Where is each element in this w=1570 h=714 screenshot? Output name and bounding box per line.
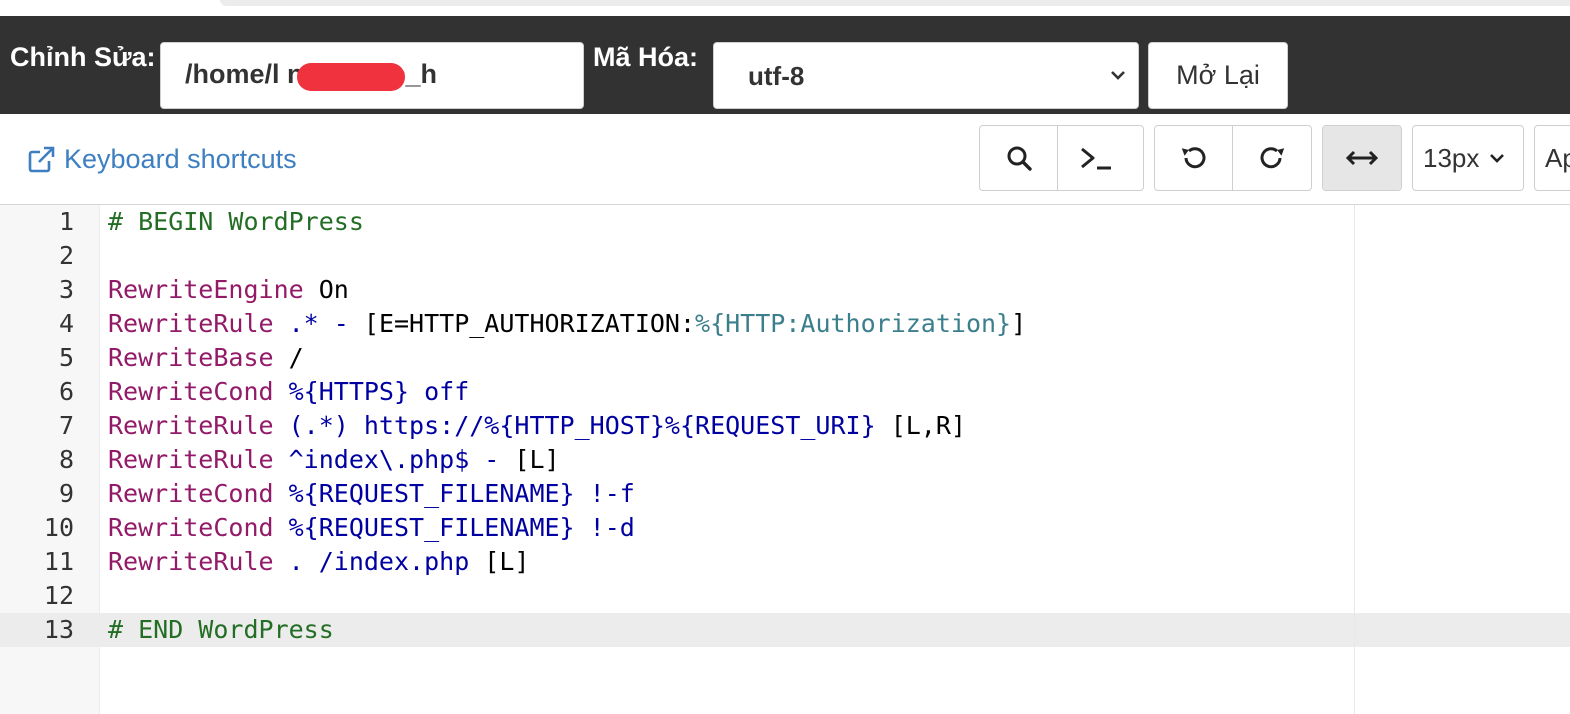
code-token: RewriteEngine xyxy=(108,275,304,304)
code-line: 2 xyxy=(0,239,1570,273)
code-text: RewriteCond %{REQUEST_FILENAME} !-d xyxy=(108,511,635,545)
keyboard-shortcuts-label: Keyboard shortcuts xyxy=(64,144,297,174)
code-token: ^index\.php$ - xyxy=(273,445,500,474)
undo-icon xyxy=(1181,147,1205,169)
code-token: # BEGIN WordPress xyxy=(108,207,364,236)
redaction-mark xyxy=(297,63,405,91)
code-line: 9 RewriteCond %{REQUEST_FILENAME} !-f xyxy=(0,477,1570,511)
code-text: RewriteCond %{HTTPS} off xyxy=(108,375,469,409)
code-text: RewriteEngine On xyxy=(108,273,349,307)
code-token: [L] xyxy=(499,445,560,474)
truncated-select[interactable]: Ap xyxy=(1534,125,1570,191)
code-line: 4 RewriteRule .* - [E=HTTP_AUTHORIZATION:… xyxy=(0,307,1570,341)
code-text: RewriteRule (.*) https://%{HTTP_HOST}%{R… xyxy=(108,409,966,443)
code-line: 3 RewriteEngine On xyxy=(0,273,1570,307)
code-token: [L,R] xyxy=(875,411,966,440)
code-text: # END WordPress xyxy=(108,613,334,647)
line-number: 3 xyxy=(58,275,74,304)
code-token: [E=HTTP_AUTHORIZATION: xyxy=(363,309,696,338)
code-token: .* - xyxy=(273,309,364,338)
command-line-button[interactable] xyxy=(1058,126,1136,190)
code-line: 1 # BEGIN WordPress xyxy=(0,205,1570,239)
code-text: RewriteRule .* - [E=HTTP_AUTHORIZATION:%… xyxy=(108,307,1026,341)
undo-button[interactable] xyxy=(1155,126,1233,190)
chevron-down-icon xyxy=(1490,154,1505,163)
toggle-wrap-button[interactable] xyxy=(1323,126,1401,190)
line-number: 13 xyxy=(43,615,74,644)
chevron-down-icon xyxy=(1111,71,1125,80)
editor-header-bar: Chỉnh Sửa: /home/l ns/public_h Mã Hóa: u… xyxy=(0,16,1570,114)
code-line: 12 xyxy=(0,579,1570,613)
code-text: # BEGIN WordPress xyxy=(108,205,364,239)
browser-chrome-strip xyxy=(0,0,1570,16)
line-number: 10 xyxy=(43,513,74,542)
search-icon xyxy=(1007,146,1032,171)
line-number: 11 xyxy=(43,547,74,576)
code-text: RewriteCond %{REQUEST_FILENAME} !-f xyxy=(108,477,635,511)
code-token: RewriteRule xyxy=(108,309,274,338)
code-token: %{REQUEST_FILENAME} !-d xyxy=(273,513,635,542)
code-token: %{HTTPS} off xyxy=(273,377,470,406)
edit-label: Chỉnh Sửa: xyxy=(10,42,156,72)
code-token: # END WordPress xyxy=(108,615,334,644)
redo-button[interactable] xyxy=(1233,126,1311,190)
code-token: RewriteCond xyxy=(108,377,274,406)
font-size-value: 13px xyxy=(1423,142,1480,173)
encoding-label: Mã Hóa: xyxy=(593,42,699,72)
line-number: 7 xyxy=(58,411,74,440)
terminal-icon xyxy=(1081,147,1111,170)
code-token: RewriteRule xyxy=(108,411,274,440)
code-line: 8 RewriteRule ^index\.php$ - [L] xyxy=(0,443,1570,477)
line-number: 1 xyxy=(58,207,74,236)
code-line: 5 RewriteBase / xyxy=(0,341,1570,375)
code-text: RewriteBase / xyxy=(108,341,304,375)
line-number: 9 xyxy=(58,479,74,508)
reopen-button[interactable]: Mở Lại xyxy=(1148,42,1288,109)
code-token: . /index.php xyxy=(273,547,470,576)
code-token: RewriteRule xyxy=(108,445,274,474)
code-token: %{REQUEST_FILENAME} !-f xyxy=(273,479,635,508)
external-link-icon xyxy=(28,146,55,172)
code-line: 6 RewriteCond %{HTTPS} off xyxy=(0,375,1570,409)
code-text: RewriteRule ^index\.php$ - [L] xyxy=(108,443,560,477)
encoding-value: utf-8 xyxy=(748,61,805,91)
keyboard-shortcuts-link[interactable]: Keyboard shortcuts xyxy=(26,144,297,175)
code-line: 7 RewriteRule (.*) https://%{HTTP_HOST}%{… xyxy=(0,409,1570,443)
editor-toolbar: Keyboard shortcuts 13px Ap xyxy=(0,114,1570,205)
line-number: 6 xyxy=(58,377,74,406)
history-group xyxy=(1154,125,1312,191)
code-token: (.*) https://%{HTTP_HOST}%{REQUEST_URI} xyxy=(273,411,876,440)
line-number: 8 xyxy=(58,445,74,474)
line-number: 4 xyxy=(58,309,74,338)
wrap-icon xyxy=(1345,150,1379,166)
line-number: 2 xyxy=(58,241,74,270)
search-button[interactable] xyxy=(980,126,1058,190)
code-token: RewriteBase xyxy=(108,343,274,372)
code-token: [L] xyxy=(469,547,530,576)
code-line: 11 RewriteRule . /index.php [L] xyxy=(0,545,1570,579)
redo-icon xyxy=(1260,147,1285,169)
browser-url-bar-edge xyxy=(220,0,1570,6)
code-token: RewriteCond xyxy=(108,513,274,542)
code-line: 13 # END WordPress xyxy=(0,613,1570,647)
file-path-field[interactable]: /home/l ns/public_h xyxy=(160,42,584,109)
font-size-select[interactable]: 13px xyxy=(1412,125,1524,191)
line-number: 12 xyxy=(43,581,74,610)
code-token: RewriteCond xyxy=(108,479,274,508)
code-editor[interactable]: 1 # BEGIN WordPress 2 3 RewriteEngine On 4 Rew… xyxy=(0,205,1570,714)
code-token: ] xyxy=(1011,309,1027,338)
wrap-group xyxy=(1322,125,1402,191)
code-token: RewriteRule xyxy=(108,547,274,576)
search-terminal-group xyxy=(979,125,1144,191)
code-token: / xyxy=(273,343,304,372)
code-token: On xyxy=(303,275,349,304)
code-text: RewriteRule . /index.php [L] xyxy=(108,545,529,579)
encoding-select[interactable]: utf-8 xyxy=(713,42,1139,109)
code-token: %{HTTP:Authorization} xyxy=(695,309,1012,338)
code-line: 10 RewriteCond %{REQUEST_FILENAME} !-d xyxy=(0,511,1570,545)
line-number: 5 xyxy=(58,343,74,372)
